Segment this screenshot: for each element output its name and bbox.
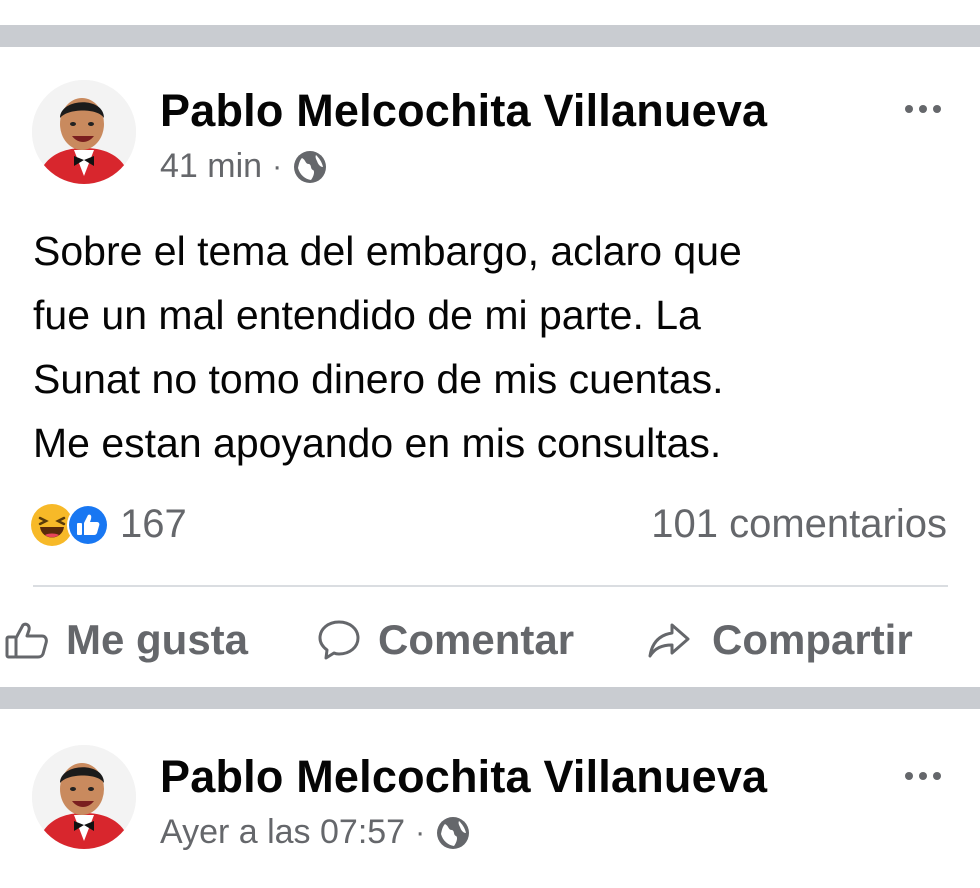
globe-icon <box>292 149 328 185</box>
share-label: Compartir <box>712 616 913 663</box>
share-icon <box>648 623 690 658</box>
meta-separator: · <box>272 149 283 183</box>
feed: Pablo Melcochita Villanueva 41 min · Sob… <box>0 0 980 888</box>
avatar[interactable] <box>32 80 136 184</box>
avatar-image <box>32 745 136 849</box>
comment-button[interactable]: Comentar <box>316 610 574 670</box>
post-timestamp[interactable]: Ayer a las 07:57 <box>160 813 405 852</box>
globe-icon <box>435 815 471 851</box>
reaction-count: 167 <box>120 502 187 546</box>
dot-icon <box>905 772 913 780</box>
comments-count-link[interactable]: 101 comentarios <box>651 502 947 547</box>
comment-label: Comentar <box>378 616 575 663</box>
post-actions: Me gusta Comentar Compartir <box>0 610 980 670</box>
avatar-image <box>32 80 136 184</box>
feed-divider <box>0 687 980 709</box>
dot-icon <box>919 105 927 113</box>
like-button[interactable]: Me gusta <box>4 610 248 670</box>
author-name[interactable]: Pablo Melcochita Villanueva <box>160 85 767 137</box>
reactions-summary[interactable]: 167 <box>30 502 187 547</box>
dot-icon <box>905 105 913 113</box>
actions-divider <box>33 585 948 587</box>
thumbs-up-icon <box>5 622 48 659</box>
post-timestamp[interactable]: 41 min <box>160 147 262 186</box>
feed-divider <box>0 25 980 47</box>
post-text: Sobre el tema del embargo, aclaro que fu… <box>33 228 742 466</box>
dot-icon <box>933 105 941 113</box>
like-icon <box>67 503 109 546</box>
post-meta: Ayer a las 07:57 · <box>160 813 471 852</box>
post-meta: 41 min · <box>160 147 328 186</box>
post: Pablo Melcochita Villanueva Ayer a las 0… <box>0 709 980 888</box>
meta-separator: · <box>415 815 426 849</box>
like-label: Me gusta <box>66 616 249 663</box>
share-button[interactable]: Compartir <box>646 610 913 670</box>
comment-icon <box>318 620 360 660</box>
avatar[interactable] <box>32 745 136 849</box>
dot-icon <box>933 772 941 780</box>
post: Pablo Melcochita Villanueva 41 min · Sob… <box>0 47 980 687</box>
author-name[interactable]: Pablo Melcochita Villanueva <box>160 751 767 803</box>
dot-icon <box>919 772 927 780</box>
more-options-button[interactable] <box>905 772 941 780</box>
more-options-button[interactable] <box>905 105 941 113</box>
